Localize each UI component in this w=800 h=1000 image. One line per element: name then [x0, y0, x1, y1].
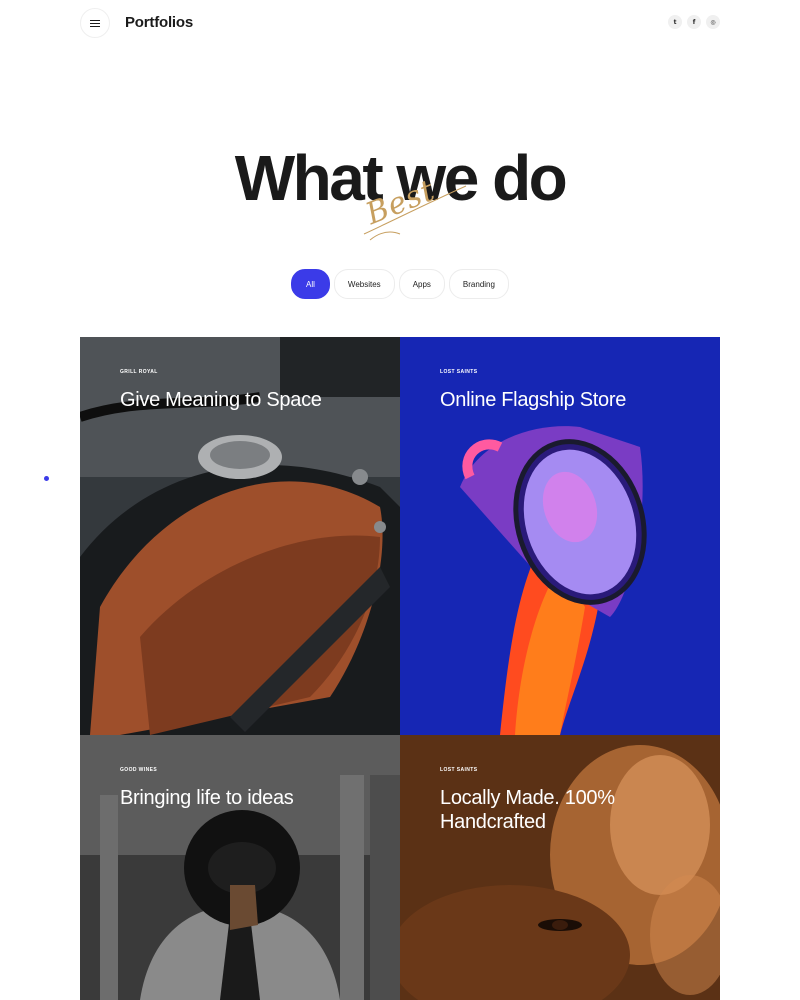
filter-all[interactable]: All: [291, 269, 330, 299]
scroll-indicator-dot[interactable]: [44, 476, 49, 481]
facebook-icon[interactable]: f: [687, 15, 701, 29]
project-card-lost-saints-handcrafted[interactable]: LOST SAINTS Locally Made. 100% Handcraft…: [400, 735, 720, 1000]
project-title[interactable]: Online Flagship Store: [440, 389, 680, 413]
project-card-good-wines[interactable]: GOOD WINES Bringing life to ideas: [80, 735, 400, 1000]
project-card-grill-royal[interactable]: GRILL ROYAL Give Meaning to Space: [80, 337, 400, 735]
hamburger-icon: [90, 19, 100, 27]
face-closeup-image: [400, 735, 720, 1000]
project-client: LOST SAINTS: [440, 369, 478, 375]
project-title[interactable]: Give Meaning to Space: [120, 389, 360, 413]
project-title[interactable]: Bringing life to ideas: [120, 787, 360, 811]
project-title[interactable]: Locally Made. 100% Handcrafted: [440, 787, 680, 834]
filter-branding[interactable]: Branding: [448, 269, 509, 299]
dribbble-icon[interactable]: ◎: [706, 15, 720, 29]
project-client: GOOD WINES: [120, 767, 158, 773]
brand-logo[interactable]: Portfolios: [125, 14, 193, 31]
filter-apps[interactable]: Apps: [398, 269, 445, 299]
project-card-lost-saints-store[interactable]: LOST SAINTS Online Flagship Store: [400, 337, 720, 735]
man-hat-image: [80, 735, 400, 1000]
twitter-icon[interactable]: t: [668, 15, 682, 29]
social-links: t f ◎: [668, 15, 720, 29]
filter-websites[interactable]: Websites: [333, 269, 395, 299]
project-client: GRILL ROYAL: [120, 369, 158, 375]
project-client: LOST SAINTS: [440, 767, 478, 773]
portfolio-grid: GRILL ROYAL Give Meaning to Space LOST S…: [80, 337, 720, 1000]
filter-tabs: All Websites Apps Branding: [0, 269, 800, 299]
menu-button[interactable]: [80, 8, 110, 38]
site-header: Portfolios t f ◎: [80, 8, 720, 40]
